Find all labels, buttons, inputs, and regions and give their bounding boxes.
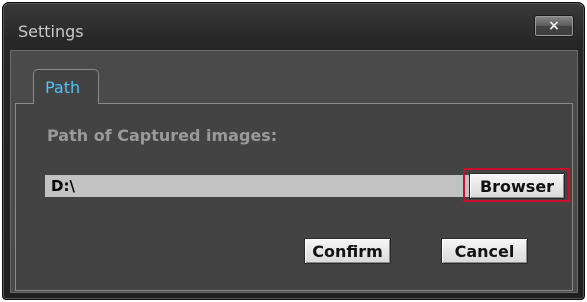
title-bar[interactable]: Settings × <box>3 3 584 49</box>
close-icon: × <box>548 18 560 34</box>
path-input[interactable] <box>45 175 469 197</box>
settings-dialog: Settings × Path Path of Captured images:… <box>2 2 585 300</box>
close-button[interactable]: × <box>534 15 574 37</box>
browse-button[interactable]: Browser <box>469 173 565 199</box>
cancel-button[interactable]: Cancel <box>441 238 528 264</box>
window-title: Settings <box>18 22 84 41</box>
tab-path-label: Path <box>45 78 81 97</box>
confirm-button[interactable]: Confirm <box>304 238 391 264</box>
tab-path[interactable]: Path <box>33 69 99 104</box>
path-label: Path of Captured images: <box>47 126 278 145</box>
dialog-body: Path Path of Captured images: Browser Co… <box>10 50 578 293</box>
